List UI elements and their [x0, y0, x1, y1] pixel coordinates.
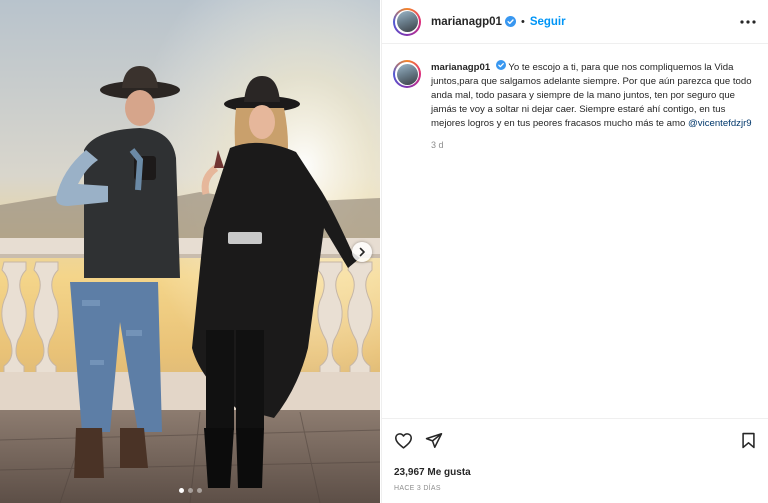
share-button[interactable] — [425, 432, 443, 449]
author-username[interactable]: marianagp01 — [431, 16, 502, 28]
verified-badge-icon — [495, 60, 506, 70]
caption-author-username[interactable]: marianagp01 — [431, 62, 490, 73]
post-image — [0, 0, 380, 503]
more-horizontal-icon — [740, 19, 756, 24]
bookmark-icon — [742, 432, 755, 448]
mention-link[interactable]: @vicentefdzjr9 — [688, 118, 752, 129]
caption: marianagp01 Yo te escojo a ti, para que … — [382, 44, 768, 152]
action-bar — [394, 429, 756, 451]
author-avatar[interactable] — [393, 7, 421, 36]
caption-author-avatar[interactable] — [393, 60, 421, 88]
heart-icon — [395, 432, 412, 449]
post-sidebar: marianagp01 • Seguir marianagp01 Yo te e… — [381, 0, 768, 503]
likes-count[interactable]: 23,967 Me gusta — [394, 467, 756, 478]
header-separator: • — [520, 15, 525, 28]
carousel-dot — [196, 488, 202, 493]
caption-timestamp[interactable]: 3 d — [431, 138, 756, 152]
verified-badge-icon — [504, 16, 516, 27]
carousel-next-button[interactable] — [352, 242, 372, 262]
follow-button[interactable]: Seguir — [530, 16, 566, 28]
chevron-right-icon — [359, 247, 365, 257]
post-actions-section: 23,967 Me gusta HACE 3 DÍAS — [382, 418, 768, 492]
post-header: marianagp01 • Seguir — [382, 0, 768, 44]
post-date: HACE 3 DÍAS — [394, 485, 441, 492]
more-options-button[interactable] — [740, 19, 756, 24]
carousel-dot — [187, 488, 193, 493]
carousel-dot — [178, 488, 184, 493]
like-button[interactable] — [394, 432, 413, 449]
caption-body: marianagp01 Yo te escojo a ti, para que … — [431, 60, 756, 152]
save-button[interactable] — [741, 432, 756, 449]
carousel-indicator — [0, 488, 380, 493]
post-photo[interactable] — [0, 0, 380, 503]
paper-plane-icon — [425, 432, 443, 448]
